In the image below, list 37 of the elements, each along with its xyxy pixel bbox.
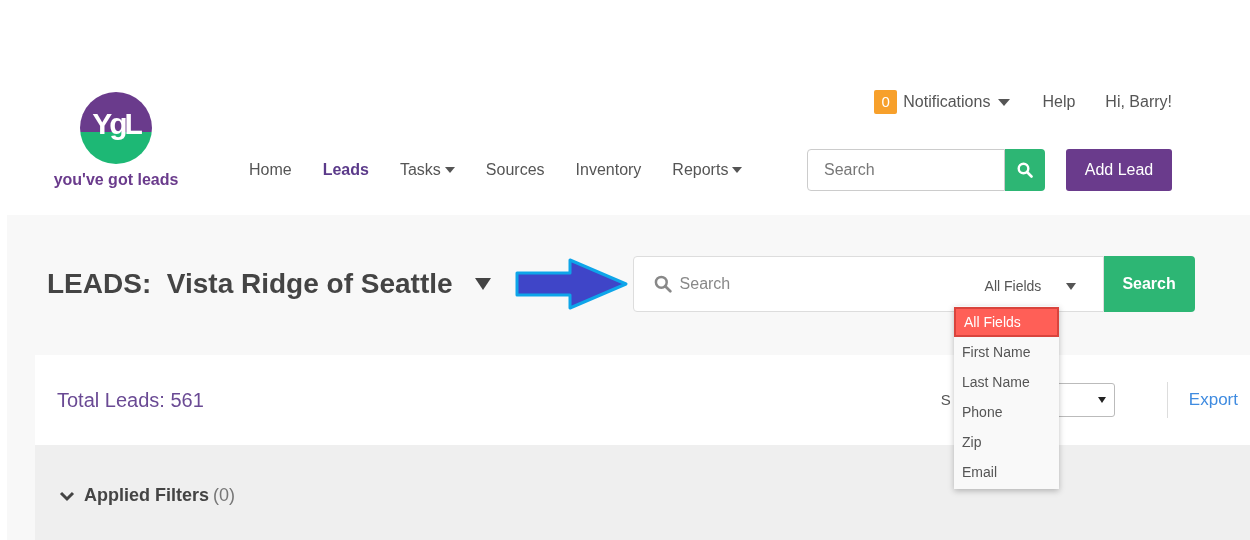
export-link[interactable]: Export bbox=[1188, 387, 1238, 413]
nav-link[interactable]: Sources bbox=[485, 158, 545, 182]
logo-tagline: you've got leads bbox=[53, 170, 179, 190]
arrow-icon bbox=[514, 257, 628, 310]
nav-link[interactable]: Home bbox=[249, 158, 292, 182]
sort-label: S bbox=[940, 389, 951, 410]
account-link[interactable]: Hi, Barry! bbox=[1105, 90, 1172, 114]
logo-monogram: YgL bbox=[92, 109, 140, 139]
add-lead-button[interactable]: Add Lead bbox=[1066, 149, 1172, 191]
dropdown-option[interactable]: Phone bbox=[954, 397, 1059, 427]
nav-link[interactable]: Inventory bbox=[575, 158, 642, 182]
dropdown-option[interactable]: Last Name bbox=[954, 367, 1059, 397]
dropdown-option[interactable]: Email bbox=[954, 457, 1059, 487]
nav-link[interactable]: Reports bbox=[672, 158, 743, 182]
notification-count: 0 bbox=[874, 90, 898, 114]
caret-icon bbox=[1097, 397, 1106, 403]
chevron-icon bbox=[59, 489, 75, 502]
total-leads: Total Leads: 561 bbox=[57, 388, 204, 413]
notifications-link[interactable]: Notifications bbox=[903, 90, 1011, 114]
dropdown-option[interactable]: First Name bbox=[954, 337, 1059, 367]
caret-icon bbox=[1065, 283, 1076, 290]
filters-toggle[interactable]: Applied Filters (0) bbox=[59, 482, 235, 509]
search-button[interactable] bbox=[1005, 149, 1045, 191]
nav-link[interactable]: Leads bbox=[322, 158, 369, 182]
search-icon bbox=[653, 274, 672, 293]
caret-icon bbox=[998, 98, 1011, 106]
dropdown-option[interactable]: Zip bbox=[954, 427, 1059, 457]
lead-search-bar[interactable]: Search All Fields bbox=[632, 255, 1104, 312]
header-search-field[interactable]: Search bbox=[807, 149, 1005, 191]
caret-icon bbox=[444, 167, 455, 173]
caret-icon[interactable] bbox=[474, 277, 491, 290]
search-icon bbox=[1017, 162, 1033, 178]
page-title: LEADS: Vista Ridge of Seattle bbox=[47, 266, 453, 301]
caret-icon bbox=[732, 167, 743, 173]
help-link[interactable]: Help bbox=[1042, 90, 1076, 114]
lead-search-field[interactable]: Search bbox=[679, 271, 960, 296]
nav-link[interactable]: Tasks bbox=[399, 158, 455, 182]
